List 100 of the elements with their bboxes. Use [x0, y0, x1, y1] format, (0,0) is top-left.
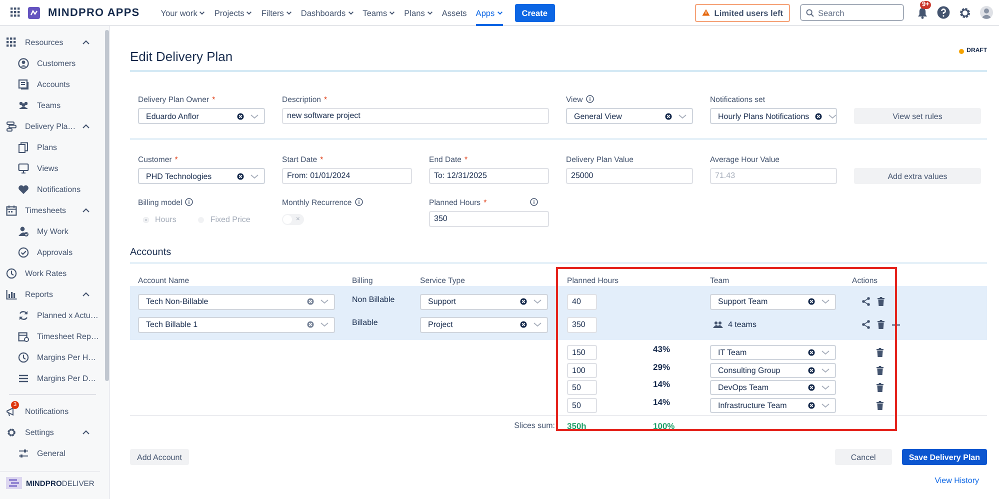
select-field[interactable]: Support	[420, 294, 548, 310]
save-button[interactable]: Save Delivery Plan	[902, 449, 987, 465]
menu-tab[interactable]: Filters	[261, 0, 292, 26]
sidebar-item[interactable]: Accounts	[0, 74, 104, 95]
text-field[interactable]: 25000	[566, 168, 693, 184]
clear-icon[interactable]	[808, 349, 815, 356]
info-icon[interactable]	[530, 198, 538, 206]
app-switcher-icon[interactable]	[10, 7, 21, 18]
select-field[interactable]: Infrastructure Team	[710, 398, 836, 413]
select-field[interactable]: Support Team	[710, 294, 836, 310]
chevron-up-icon[interactable]	[82, 292, 90, 297]
trash-icon[interactable]	[876, 348, 884, 358]
avatar-icon[interactable]	[980, 6, 993, 19]
sidebar-item[interactable]: My Work	[0, 221, 104, 242]
chevron-down-icon[interactable]	[286, 10, 292, 14]
text-field[interactable]: To: 12/31/2025	[429, 168, 549, 184]
info-icon[interactable]	[586, 95, 594, 103]
history-link[interactable]: View History	[934, 476, 979, 485]
sidebar-item[interactable]: Approvals	[0, 242, 104, 263]
cancel-button[interactable]: Cancel	[834, 449, 892, 465]
clear-icon[interactable]	[237, 172, 244, 180]
clear-icon[interactable]	[808, 402, 815, 409]
gear-icon	[6, 427, 17, 438]
sidebar-item[interactable]: General	[0, 443, 104, 464]
sidebar-item[interactable]: Delivery Pla…	[0, 116, 104, 137]
sidebar-item[interactable]: Margins Per H…	[0, 347, 104, 368]
clear-icon[interactable]	[815, 112, 822, 120]
select-field[interactable]: PHD Technologies	[138, 168, 265, 184]
select-field[interactable]: IT Team	[710, 345, 836, 360]
chevron-down-icon[interactable]	[348, 10, 354, 14]
sidebar-item[interactable]: Customers	[0, 53, 104, 74]
chevron-down-icon[interactable]	[389, 10, 396, 14]
menu-tab[interactable]: Teams	[362, 0, 396, 26]
text-field[interactable]: 350	[429, 211, 549, 227]
hours-field[interactable]: 50	[567, 398, 597, 413]
clear-icon[interactable]	[808, 366, 815, 374]
menu-tab[interactable]: Plans	[404, 0, 433, 26]
hours-field[interactable]: 50	[567, 380, 597, 396]
chevron-up-icon[interactable]	[82, 124, 90, 129]
select-field[interactable]: Project	[420, 316, 548, 332]
help-icon[interactable]	[937, 6, 950, 19]
select-field[interactable]: General View	[566, 108, 693, 124]
chevron-down-icon[interactable]	[426, 10, 433, 14]
menu-tab[interactable]: Assets	[442, 0, 467, 26]
chevron-up-icon[interactable]	[82, 40, 90, 45]
select-field[interactable]: DevOps Team	[710, 380, 836, 396]
select-field[interactable]: Hourly Plans Notifications	[710, 108, 837, 124]
text-field[interactable]: new software project	[282, 108, 549, 124]
scrollbar[interactable]	[105, 30, 109, 381]
person-check-icon	[18, 226, 29, 237]
hours-field[interactable]: 150	[567, 345, 597, 360]
chevron-down-icon[interactable]	[496, 10, 503, 14]
menu-tab[interactable]: Apps	[476, 0, 503, 26]
sidebar-item[interactable]: Resources	[0, 32, 104, 53]
sidebar-item[interactable]: Timesheets	[0, 200, 104, 221]
clear-icon[interactable]	[808, 298, 815, 305]
share-icon[interactable]	[862, 297, 870, 306]
chevron-up-icon[interactable]	[82, 430, 90, 435]
secondary-button[interactable]: View set rules	[854, 108, 981, 124]
share-icon[interactable]	[862, 320, 870, 329]
clear-icon[interactable]	[237, 112, 244, 120]
sidebar-item[interactable]: Planned x Actu…	[0, 305, 104, 326]
chevron-down-icon[interactable]	[199, 10, 206, 14]
secondary-button[interactable]: Add extra values	[854, 168, 981, 184]
bell-icon[interactable]	[917, 6, 928, 18]
sidebar-item[interactable]: Settings	[0, 422, 104, 443]
trash-icon[interactable]	[876, 400, 884, 410]
search-field[interactable]: Search	[800, 4, 904, 21]
hours-field[interactable]: 100	[567, 362, 597, 378]
chevron-up-icon[interactable]	[82, 208, 90, 213]
clear-icon[interactable]	[665, 112, 672, 120]
chevron-down-icon[interactable]	[246, 10, 252, 14]
sidebar-item[interactable]: Work Rates	[0, 263, 104, 284]
select-field[interactable]: Consulting Group	[710, 362, 836, 378]
sidebar-item[interactable]: Views	[0, 158, 104, 179]
sidebar-item[interactable]: Timesheet Rep…	[0, 326, 104, 347]
clear-icon[interactable]	[520, 321, 527, 328]
trash-icon[interactable]	[876, 366, 884, 375]
menu-tab[interactable]: Projects	[214, 0, 252, 26]
select-field[interactable]: Eduardo Anflor	[138, 108, 265, 124]
menu-tab[interactable]: Your work	[160, 0, 206, 26]
warning-button[interactable]: Limited users left	[695, 4, 790, 22]
menu-tab[interactable]: Dashboards	[300, 0, 354, 26]
hours-field[interactable]: 40	[567, 294, 597, 310]
text-field[interactable]: From: 01/01/2024	[282, 168, 412, 184]
hours-field[interactable]: 350	[567, 316, 597, 332]
sidebar-item[interactable]: Plans	[0, 137, 104, 158]
trash-icon[interactable]	[877, 297, 885, 306]
settings-icon[interactable]	[959, 6, 971, 18]
sidebar-item[interactable]: Margins Per D…	[0, 368, 104, 389]
clear-icon[interactable]	[808, 384, 815, 392]
sidebar-item[interactable]: Teams	[0, 95, 104, 116]
sidebar-item[interactable]: Notifications	[0, 179, 104, 200]
info-icon[interactable]	[354, 198, 363, 206]
trash-icon[interactable]	[876, 383, 884, 392]
add-account-button[interactable]: Add Account	[130, 449, 189, 465]
trash-icon[interactable]	[877, 320, 885, 329]
sidebar-item[interactable]: Reports	[0, 284, 104, 305]
clear-icon[interactable]	[520, 298, 527, 305]
create-button[interactable]: Create	[514, 4, 555, 22]
